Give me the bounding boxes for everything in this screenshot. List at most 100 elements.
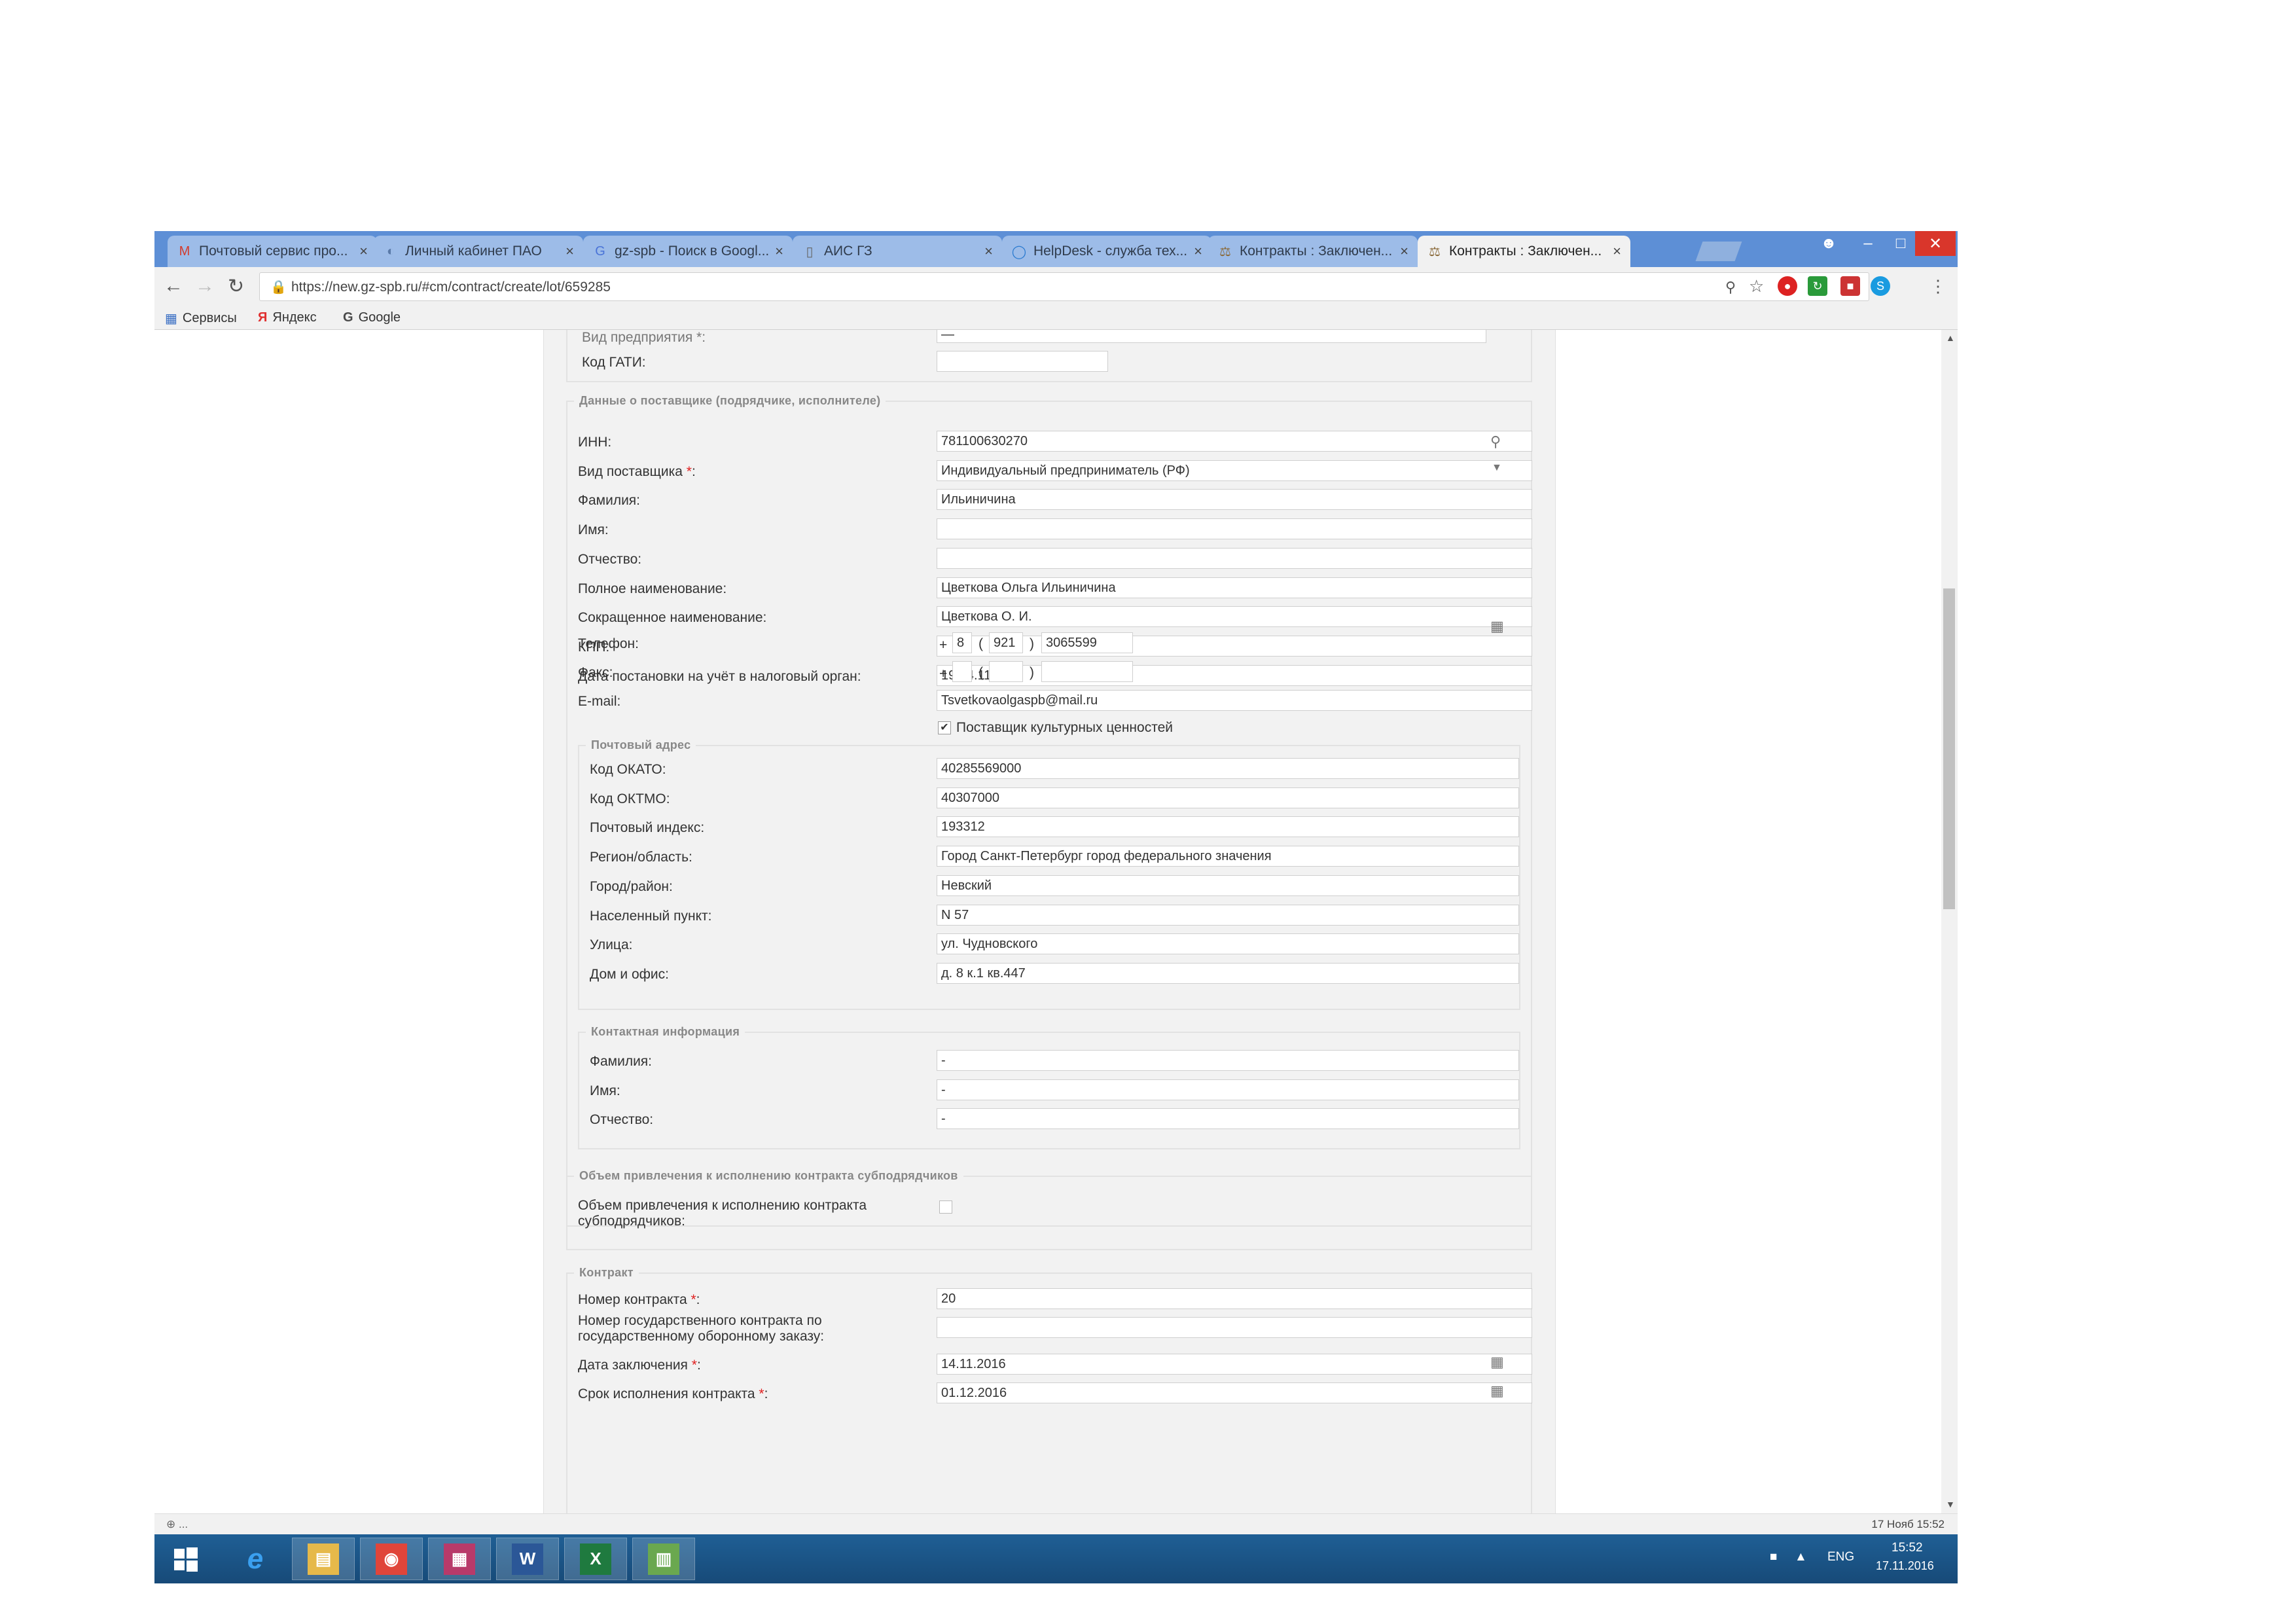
contract-field-input[interactable]: [937, 1317, 1532, 1338]
fax-code-input[interactable]: [989, 661, 1023, 682]
phone-code-input[interactable]: 921: [989, 632, 1023, 653]
volume-icon[interactable]: ▲: [1795, 1550, 1807, 1564]
browser-tab[interactable]: ⚖ Контракты : Заключен... ×: [1208, 236, 1418, 267]
phone-country-input[interactable]: 8: [952, 632, 972, 653]
scrollbar-thumb[interactable]: [1943, 588, 1955, 909]
taskbar-app-button[interactable]: ▤: [292, 1538, 355, 1580]
supplier-field-input[interactable]: Ильиничина: [937, 489, 1532, 511]
field-label-text: Номер государственного контракта по госу…: [578, 1313, 825, 1344]
bookmark-services[interactable]: ▦ Сервисы: [165, 310, 237, 327]
contract-field-input[interactable]: 14.11.2016: [937, 1354, 1532, 1375]
contact-field-input[interactable]: -: [937, 1079, 1519, 1100]
postal-field-input[interactable]: 193312: [937, 816, 1519, 838]
maximize-button[interactable]: □: [1882, 231, 1919, 256]
browser-tab[interactable]: ▯ АИС ГЗ ×: [793, 236, 1002, 267]
required-marker: *: [687, 1358, 697, 1373]
clock-time[interactable]: 15:52: [1892, 1541, 1923, 1555]
postal-field-input[interactable]: Невский: [937, 875, 1519, 896]
fax-number-input[interactable]: [1041, 661, 1133, 682]
language-indicator[interactable]: ENG: [1827, 1550, 1854, 1564]
supplier-field-input[interactable]: 781100630270: [937, 431, 1532, 452]
status-right-text: 17 Нояб 15:52: [1871, 1518, 1945, 1530]
clock-date[interactable]: 17.11.2016: [1876, 1559, 1934, 1573]
taskbar-app-button[interactable]: ▥: [632, 1538, 695, 1580]
phone-number-input[interactable]: 3065599: [1041, 632, 1133, 653]
taskbar-app-button[interactable]: ▦: [428, 1538, 491, 1580]
calendar-icon[interactable]: ▦: [1490, 1354, 1504, 1371]
tab-close-icon[interactable]: ×: [1400, 243, 1408, 260]
skype-extension-icon[interactable]: S: [1871, 276, 1890, 296]
taskbar-app-button[interactable]: W: [496, 1538, 559, 1580]
supplier-field-input[interactable]: Цветкова Ольга Ильиничина: [937, 577, 1532, 598]
postal-field-input[interactable]: ул. Чудновского: [937, 933, 1519, 955]
supplier-field-input[interactable]: Цветкова О. И.: [937, 606, 1532, 628]
tab-close-icon[interactable]: ×: [1613, 243, 1621, 260]
partial-field-input[interactable]: —: [937, 330, 1486, 343]
menu-icon[interactable]: ⋮: [1929, 276, 1946, 297]
adblock-extension-icon[interactable]: ●: [1778, 276, 1797, 296]
new-tab-button[interactable]: [1695, 242, 1742, 261]
contact-field-input[interactable]: -: [937, 1050, 1519, 1071]
tab-close-icon[interactable]: ×: [984, 243, 993, 260]
back-button[interactable]: ←: [164, 275, 183, 297]
gati-code-input[interactable]: [937, 351, 1108, 372]
forward-button[interactable]: →: [195, 275, 215, 297]
address-bar[interactable]: 🔒 https://new.gz-spb.ru/#cm/contract/cre…: [259, 272, 1869, 301]
contact-field-input[interactable]: -: [937, 1108, 1519, 1130]
supplier-field-input[interactable]: [937, 518, 1532, 540]
scroll-up-icon[interactable]: ▲: [1946, 333, 1955, 343]
browser-tab[interactable]: ◐ Личный кабинет ПАО ×: [374, 236, 583, 267]
taskbar-app-button[interactable]: X: [564, 1538, 627, 1580]
browser-tab[interactable]: M Почтовый сервис про... ×: [168, 236, 377, 267]
scroll-down-icon[interactable]: ▼: [1946, 1499, 1955, 1509]
required-marker: *: [682, 463, 692, 479]
extension-icon[interactable]: ■: [1840, 276, 1860, 296]
tab-close-icon[interactable]: ×: [565, 243, 574, 260]
minimize-button[interactable]: –: [1850, 231, 1886, 256]
network-icon[interactable]: ■: [1770, 1550, 1777, 1564]
internet-explorer-icon: e: [247, 1542, 264, 1575]
bookmark-star-icon[interactable]: ☆: [1749, 276, 1764, 297]
contract-field-input[interactable]: 01.12.2016: [937, 1382, 1532, 1403]
postal-field-input[interactable]: 40285569000: [937, 758, 1519, 779]
browser-tab[interactable]: Ggz-spb - Поиск в Googl... ×: [583, 236, 793, 267]
postal-field-input[interactable]: N 57: [937, 904, 1519, 926]
bookmark-yandex[interactable]: Я Яндекс: [258, 310, 317, 325]
search-icon[interactable]: ⚲: [1490, 433, 1501, 450]
browser-tab[interactable]: ⚖ Контракты : Заключен... ×: [1418, 236, 1630, 267]
start-button[interactable]: [154, 1538, 217, 1580]
postal-field-input[interactable]: 40307000: [937, 787, 1519, 808]
supplier-field-input[interactable]: [937, 635, 1532, 657]
supplier-field-label: Вид поставщика *:: [578, 464, 696, 480]
calendar-icon[interactable]: ▦: [1490, 618, 1504, 635]
refresh-extension-icon[interactable]: ↻: [1808, 276, 1827, 296]
supplier-field-input[interactable]: [937, 547, 1532, 569]
contract-field-input[interactable]: 20: [937, 1288, 1532, 1309]
field-label-text: Дата постановки на учёт в налоговый орга…: [578, 668, 861, 684]
field-label-text: Срок исполнения контракта: [578, 1386, 755, 1401]
cultural-values-checkbox[interactable]: ✔: [938, 721, 951, 734]
fax-country-input[interactable]: [952, 661, 972, 682]
email-input[interactable]: Tsvetkovaolgaspb@mail.ru: [937, 690, 1532, 711]
bookmarks-bar: ▦ Сервисы Я Яндекс G Google: [154, 306, 1958, 330]
browser-tab[interactable]: ◯ HelpDesk - служба тех... ×: [1002, 236, 1211, 267]
pin-icon[interactable]: ⚲: [1725, 279, 1736, 296]
tab-close-icon[interactable]: ×: [1194, 243, 1202, 260]
close-window-button[interactable]: ✕: [1915, 231, 1956, 256]
tab-close-icon[interactable]: ×: [775, 243, 783, 260]
supplier-field-input[interactable]: 19.04.11: [937, 664, 1532, 686]
dropdown-arrow-icon[interactable]: ▼: [1492, 462, 1502, 474]
bookmark-google[interactable]: G Google: [343, 310, 401, 325]
tab-close-icon[interactable]: ×: [359, 243, 368, 260]
postal-field-input[interactable]: д. 8 к.1 кв.447: [937, 962, 1519, 984]
taskbar-app-button[interactable]: ◉: [360, 1538, 423, 1580]
postal-field-input[interactable]: Город Санкт-Петербург город федерального…: [937, 846, 1519, 867]
page-scrollbar[interactable]: ▲ ▼: [1941, 330, 1958, 1513]
taskbar-app-button[interactable]: e: [224, 1538, 287, 1580]
tab-title: Контракты : Заключен...: [1449, 244, 1602, 259]
user-profile-icon[interactable]: ☻: [1810, 231, 1847, 256]
supplier-field-input[interactable]: Индивидуальный предприниматель (РФ): [937, 460, 1532, 481]
calendar-icon[interactable]: ▦: [1490, 1382, 1504, 1399]
reload-button[interactable]: ↻: [228, 275, 244, 298]
subcontract-checkbox[interactable]: [939, 1200, 952, 1214]
